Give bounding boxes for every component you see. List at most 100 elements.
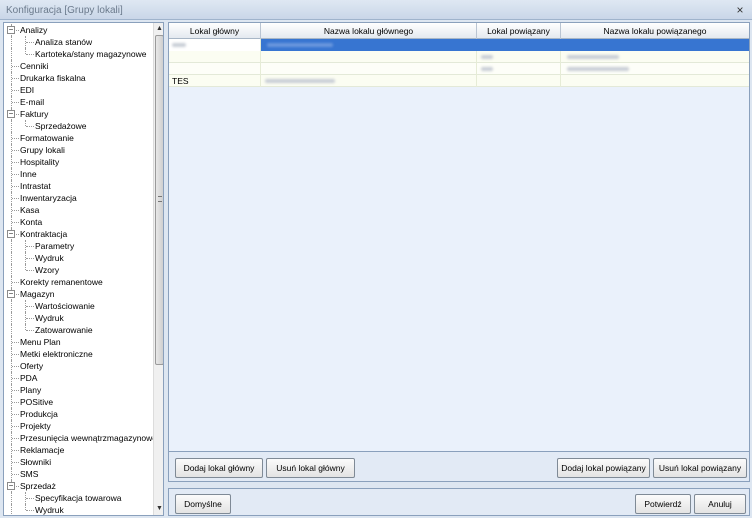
tree-item[interactable]: Hospitality <box>4 156 152 168</box>
collapse-icon[interactable]: − <box>7 230 15 238</box>
tree-item[interactable]: − Sprzedaż <box>4 480 152 492</box>
tree-item[interactable]: PDA <box>4 372 152 384</box>
tree-item[interactable]: Menu Plan <box>4 336 152 348</box>
tree-connector <box>11 492 12 504</box>
tree-item[interactable]: Przesunięcia wewnątrzmagazynowe <box>4 432 157 444</box>
add-main-local-button[interactable]: Dodaj lokal główny <box>175 458 263 478</box>
tree-connector <box>12 426 19 427</box>
tree-item[interactable]: Projekty <box>4 420 152 432</box>
cell-lokal-powiazany[interactable] <box>477 63 561 75</box>
table-row[interactable]: TES <box>169 75 749 87</box>
tree-connector <box>12 474 19 475</box>
table-row[interactable] <box>169 63 749 75</box>
tree-item-label: Analizy <box>20 25 48 35</box>
tree-item[interactable]: Intrastat <box>4 180 152 192</box>
collapse-icon[interactable]: − <box>7 482 15 490</box>
tree-item[interactable]: Kartoteka/stany magazynowe <box>4 48 152 60</box>
column-header-lokal-glowny[interactable]: Lokal główny <box>169 23 261 39</box>
tree-item[interactable]: Specyfikacja towarowa <box>4 492 152 504</box>
tree-connector <box>12 354 19 355</box>
tree-item[interactable]: Parametry <box>4 240 152 252</box>
cell-lokal-glowny[interactable]: TES <box>169 75 261 87</box>
remove-related-local-button[interactable]: Usuń lokal powiązany <box>653 458 747 478</box>
table-row[interactable] <box>169 39 749 51</box>
tree-item-label: Produkcja <box>20 409 58 419</box>
cell-nazwa-lokalu-glownego[interactable] <box>261 51 477 63</box>
tree-item[interactable]: Plany <box>4 384 152 396</box>
tree-item[interactable]: Analiza stanów <box>4 36 152 48</box>
cell-nazwa-lokalu-glownego[interactable] <box>261 75 477 87</box>
close-icon[interactable]: × <box>733 3 747 17</box>
tree-item[interactable]: EDI <box>4 84 152 96</box>
cell-nazwa-lokalu-glownego[interactable] <box>261 63 477 75</box>
collapse-icon[interactable]: − <box>7 110 15 118</box>
cell-lokal-powiazany[interactable] <box>477 75 561 87</box>
cell-lokal-powiazany[interactable] <box>477 51 561 63</box>
cell-lokal-glowny[interactable] <box>169 39 261 51</box>
tree-item-label: Cenniki <box>20 61 49 71</box>
cell-selected-range[interactable] <box>261 39 749 51</box>
tree-connector <box>12 162 19 163</box>
table-row[interactable] <box>169 51 749 63</box>
cancel-button[interactable]: Anuluj <box>694 494 746 514</box>
tree-item[interactable]: − Kontraktacja <box>4 228 152 240</box>
cell-nazwa-lokalu-powiazanego[interactable] <box>561 63 749 75</box>
tree-item[interactable]: Wydruk <box>4 312 152 324</box>
tree-item[interactable]: Metki elektroniczne <box>4 348 152 360</box>
tree-item-label: Sprzedażowe <box>35 121 87 131</box>
tree-connector <box>11 504 12 515</box>
tree-connector <box>12 342 19 343</box>
tree-item[interactable]: Wzory <box>4 264 152 276</box>
tree-item-label: Zatowarowanie <box>35 325 93 335</box>
tree-item[interactable]: SMS <box>4 468 152 480</box>
tree-item[interactable]: Cenniki <box>4 60 152 72</box>
tree-item-label: Wydruk <box>35 253 64 263</box>
tree-item[interactable]: Reklamacje <box>4 444 152 456</box>
tree-item[interactable]: Produkcja <box>4 408 152 420</box>
tree-item[interactable]: E-mail <box>4 96 152 108</box>
collapse-icon[interactable]: − <box>7 290 15 298</box>
add-related-local-button[interactable]: Dodaj lokal powiązany <box>557 458 650 478</box>
remove-main-local-button[interactable]: Usuń lokal główny <box>266 458 355 478</box>
tree-connector <box>12 222 19 223</box>
scroll-up-icon[interactable]: ▲ <box>155 24 163 33</box>
tree-item[interactable]: − Analizy <box>4 24 152 36</box>
column-header-lokal-powiazany[interactable]: Lokal powiązany <box>477 23 561 39</box>
tree-scrollbar[interactable]: ▲ ▼ <box>153 23 163 515</box>
tree-connector <box>11 300 12 312</box>
redacted-text <box>265 79 335 83</box>
tree-item[interactable]: Kasa <box>4 204 152 216</box>
tree-item[interactable]: Zatowarowanie <box>4 324 152 336</box>
tree-item[interactable]: Wydruk <box>4 504 152 515</box>
cell-nazwa-lokalu-powiazanego[interactable] <box>561 75 749 87</box>
cell-lokal-glowny[interactable] <box>169 51 261 63</box>
tree-item[interactable]: − Faktury <box>4 108 152 120</box>
column-header-nazwa-lokalu-glownego[interactable]: Nazwa lokalu głównego <box>261 23 477 39</box>
column-header-nazwa-lokalu-powiazanego[interactable]: Nazwa lokalu powiązanego <box>561 23 749 39</box>
tree-item-label: SMS <box>20 469 39 479</box>
tree-item[interactable]: Grupy lokali <box>4 144 152 156</box>
tree-item[interactable]: Konta <box>4 216 152 228</box>
cell-lokal-glowny[interactable] <box>169 63 261 75</box>
tree-item[interactable]: − Magazyn <box>4 288 152 300</box>
tree-item[interactable]: Korekty remanentowe <box>4 276 152 288</box>
tree-item[interactable]: Oferty <box>4 360 152 372</box>
collapse-icon[interactable]: − <box>7 26 15 34</box>
tree-item[interactable]: Wartościowanie <box>4 300 152 312</box>
tree-item[interactable]: Inwentaryzacja <box>4 192 152 204</box>
tree-item[interactable]: Inne <box>4 168 152 180</box>
confirm-button[interactable]: Potwierdź <box>635 494 691 514</box>
tree-item-label: Kontraktacja <box>20 229 68 239</box>
tree-item[interactable]: POSitive <box>4 396 152 408</box>
tree-item[interactable]: Formatowanie <box>4 132 152 144</box>
cell-nazwa-lokalu-powiazanego[interactable] <box>561 51 749 63</box>
tree-item[interactable]: Wydruk <box>4 252 152 264</box>
defaults-button[interactable]: Domyślne <box>175 494 231 514</box>
tree-item[interactable]: Słowniki <box>4 456 152 468</box>
scrollbar-thumb[interactable] <box>155 35 163 365</box>
scroll-down-icon[interactable]: ▼ <box>155 504 163 513</box>
tree-item[interactable]: Drukarka fiskalna <box>4 72 152 84</box>
tree-connector <box>12 402 19 403</box>
tree-item[interactable]: Sprzedażowe <box>4 120 152 132</box>
tree-item-label: Grupy lokali <box>20 145 65 155</box>
